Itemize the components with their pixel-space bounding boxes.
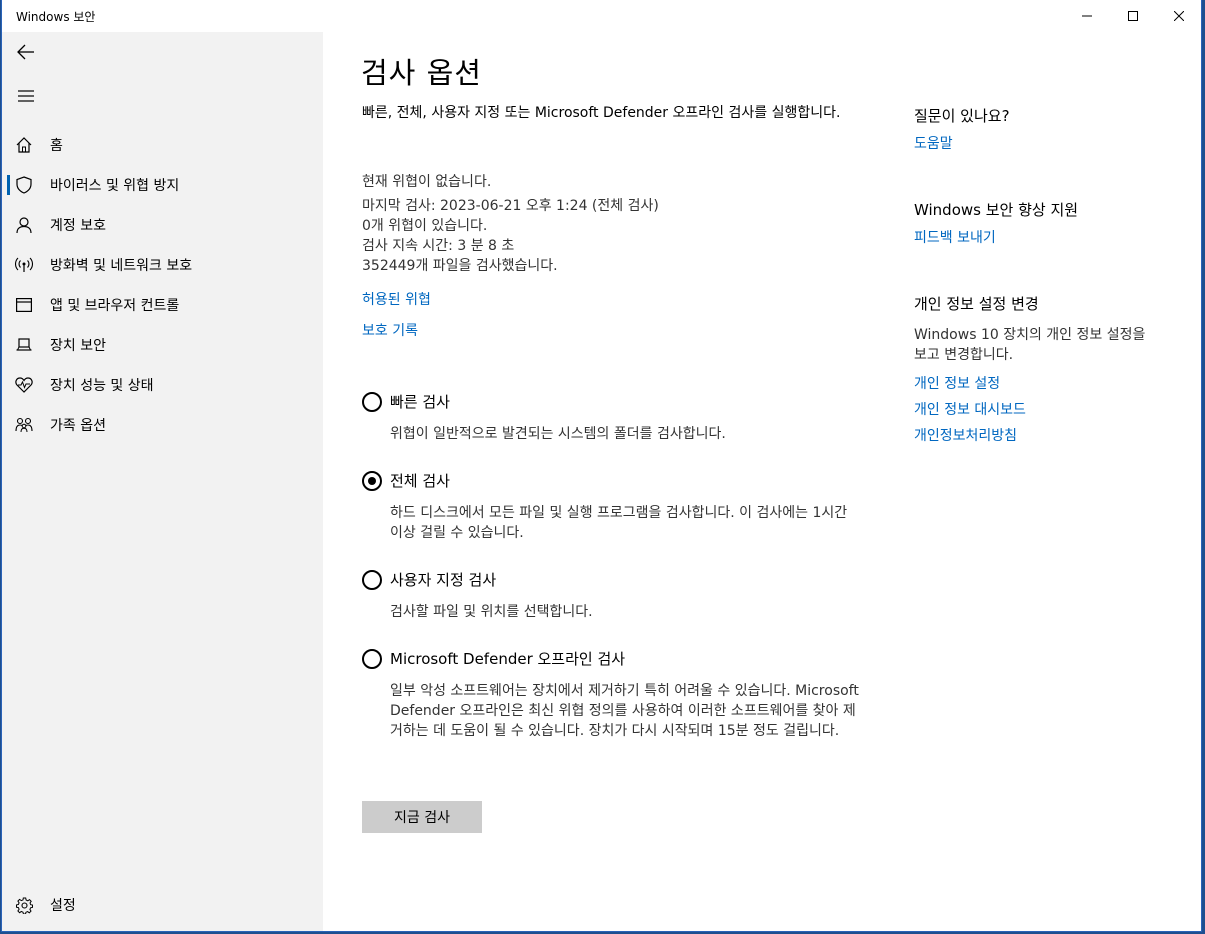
page-description: 빠른, 전체, 사용자 지정 또는 Microsoft Defender 오프라… (362, 105, 841, 121)
sidebar: 홈 바이러스 및 위협 방지 계정 보호 방화벽 및 네트워크 보호 앱 및 브… (2, 32, 323, 931)
sidebar-item-account-protection[interactable]: 계정 보호 (2, 205, 323, 245)
sidebar-item-virus-protection[interactable]: 바이러스 및 위협 방지 (2, 165, 323, 205)
sidebar-item-home[interactable]: 홈 (2, 125, 323, 165)
page-title: 검사 옵션 (361, 56, 482, 90)
privacy-heading: 개인 정보 설정 변경 (914, 295, 1039, 313)
quick-scan-option[interactable]: 빠른 검사 (362, 391, 450, 412)
option-label: 사용자 지정 검사 (390, 571, 497, 589)
scan-now-button[interactable]: 지금 검사 (362, 801, 482, 833)
option-description: 검사할 파일 및 위치를 선택합니다. (390, 604, 593, 620)
close-icon (1174, 11, 1184, 21)
custom-scan-option[interactable]: 사용자 지정 검사 (362, 569, 496, 590)
sidebar-item-label: 바이러스 및 위협 방지 (50, 178, 180, 194)
back-arrow-icon (17, 44, 34, 60)
minimize-icon (1082, 15, 1092, 17)
sidebar-item-label: 설정 (50, 898, 76, 914)
sidebar-item-label: 장치 보안 (50, 338, 106, 354)
status-last-scan: 마지막 검사: 2023-06-21 오후 1:24 (전체 검사) (362, 198, 659, 214)
sidebar-item-label: 장치 성능 및 상태 (50, 378, 154, 394)
sidebar-item-label: 홈 (50, 138, 63, 154)
sidebar-item-label: 방화벽 및 네트워크 보호 (50, 258, 193, 274)
home-icon (2, 125, 46, 165)
privacy-dashboard-link[interactable]: 개인 정보 대시보드 (914, 399, 1026, 419)
option-description: 일부 악성 소프트웨어는 장치에서 제거하기 특히 어려울 수 있습니다. Mi… (390, 683, 859, 739)
option-label: 빠른 검사 (390, 393, 450, 411)
gear-icon (2, 885, 46, 925)
option-description: 하드 디스크에서 모든 파일 및 실행 프로그램을 검사합니다. 이 검사에는 … (390, 505, 848, 541)
sidebar-item-family-options[interactable]: 가족 옵션 (2, 405, 323, 445)
hamburger-menu-button[interactable] (2, 76, 50, 116)
option-label: Microsoft Defender 오프라인 검사 (390, 650, 626, 668)
privacy-statement-link[interactable]: 개인정보처리방침 (914, 425, 1017, 445)
full-scan-radio[interactable] (362, 470, 382, 491)
feedback-link[interactable]: 피드백 보내기 (914, 227, 996, 247)
privacy-settings-link[interactable]: 개인 정보 설정 (914, 373, 1000, 393)
sidebar-item-label: 가족 옵션 (50, 418, 106, 434)
shield-icon (2, 165, 46, 205)
allowed-threats-link[interactable]: 허용된 위협 (362, 289, 431, 309)
offline-scan-option[interactable]: Microsoft Defender 오프라인 검사 (362, 648, 625, 669)
sidebar-item-device-security[interactable]: 장치 보안 (2, 325, 323, 365)
option-description: 위협이 일반적으로 발견되는 시스템의 폴더를 검사합니다. (390, 426, 726, 442)
help-link[interactable]: 도움말 (914, 133, 953, 153)
close-button[interactable] (1156, 0, 1201, 32)
maximize-button[interactable] (1110, 0, 1156, 32)
status-scan-duration: 검사 지속 시간: 3 분 8 초 (362, 238, 515, 254)
offline-scan-radio[interactable] (362, 648, 382, 669)
status-files-scanned: 352449개 파일을 검사했습니다. (362, 258, 558, 274)
family-icon (2, 405, 46, 445)
privacy-description: Windows 10 장치의 개인 정보 설정을 보고 변경합니다. (914, 327, 1146, 363)
option-label: 전체 검사 (390, 472, 450, 490)
improve-heading: Windows 보안 향상 지원 (914, 201, 1079, 219)
help-heading: 질문이 있나요? (914, 107, 1010, 125)
title-bar: Windows 보안 (2, 0, 1201, 32)
heart-pulse-icon (2, 365, 46, 405)
sidebar-item-app-browser-control[interactable]: 앱 및 브라우저 컨트롤 (2, 285, 323, 325)
hamburger-icon (18, 90, 34, 102)
maximize-icon (1128, 11, 1138, 21)
person-icon (2, 205, 46, 245)
sidebar-item-settings[interactable]: 설정 (2, 885, 323, 925)
app-window-icon (2, 285, 46, 325)
sidebar-item-label: 계정 보호 (50, 218, 106, 234)
status-no-threats: 현재 위협이 없습니다. (362, 174, 492, 190)
minimize-button[interactable] (1064, 0, 1110, 32)
windows-security-window: Windows 보안 홈 바이러스 및 위협 방지 계정 보호 방화벽 및 네트… (1, 0, 1202, 932)
sidebar-item-label: 앱 및 브라우저 컨트롤 (50, 298, 180, 314)
quick-scan-radio[interactable] (362, 391, 382, 412)
window-title: Windows 보안 (16, 10, 96, 24)
sidebar-item-firewall[interactable]: 방화벽 및 네트워크 보호 (2, 245, 323, 285)
wifi-icon (2, 245, 46, 285)
laptop-icon (2, 325, 46, 365)
back-button[interactable] (2, 32, 50, 72)
status-threat-count: 0개 위협이 있습니다. (362, 218, 488, 234)
protection-history-link[interactable]: 보호 기록 (362, 320, 418, 340)
sidebar-item-device-performance[interactable]: 장치 성능 및 상태 (2, 365, 323, 405)
custom-scan-radio[interactable] (362, 569, 382, 590)
full-scan-option[interactable]: 전체 검사 (362, 470, 450, 491)
